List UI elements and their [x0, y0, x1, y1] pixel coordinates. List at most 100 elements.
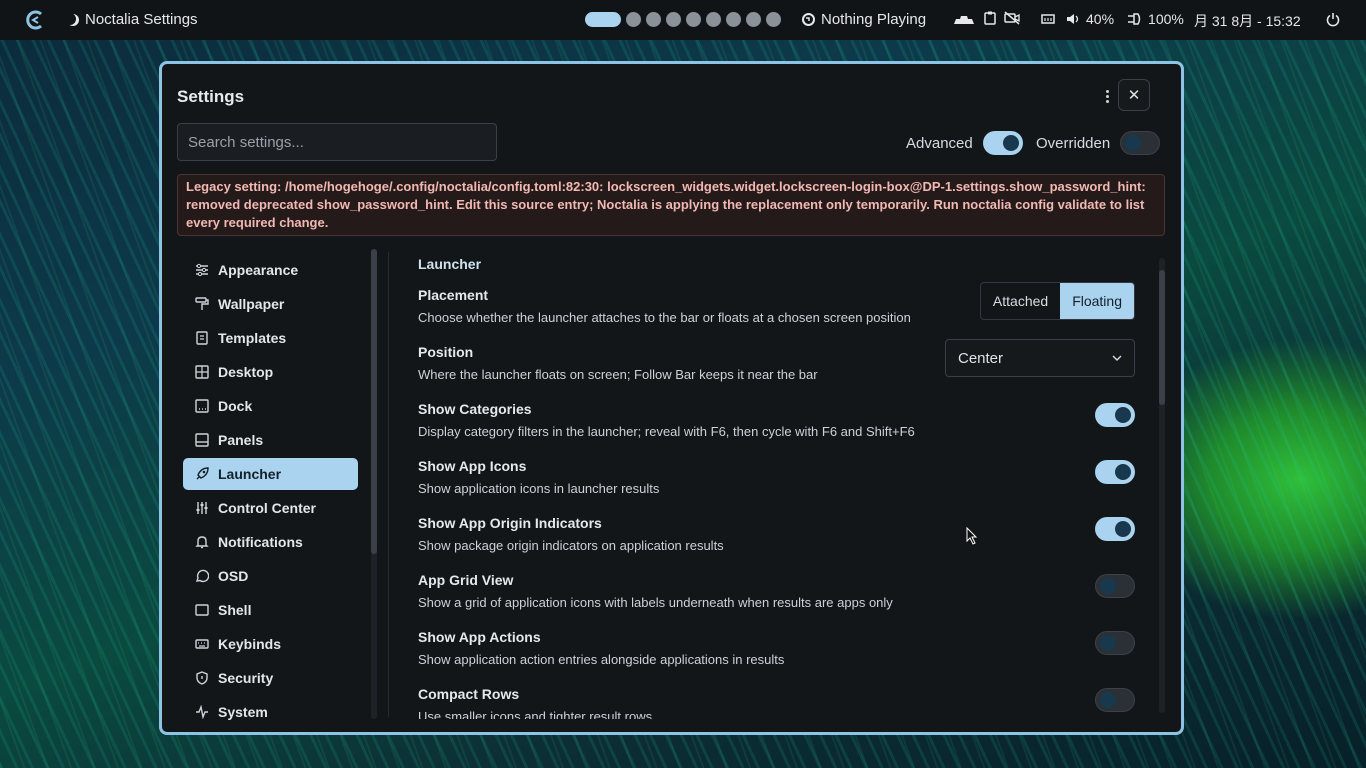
divider	[388, 252, 389, 717]
activity-icon	[196, 705, 208, 719]
settings-window: Settings ✕ Advanced Overridden Legacy se…	[159, 61, 1184, 735]
sidebar-item-osd[interactable]: OSD	[183, 560, 358, 592]
close-button[interactable]: ✕	[1118, 79, 1150, 111]
sidebar-item-label: Desktop	[218, 364, 274, 380]
launcher-settings-panel: Launcher Placement Choose whether the la…	[418, 254, 1138, 719]
dock-icon	[195, 399, 209, 413]
show-app-origin-indicators-setting: Show App Origin Indicators Show package o…	[418, 515, 1138, 553]
volume-label: 40%	[1086, 11, 1115, 27]
panels-icon	[195, 433, 209, 447]
clipboard-icon[interactable]	[984, 11, 996, 25]
workspace-indicator[interactable]	[585, 12, 621, 27]
workspace-indicator[interactable]	[626, 12, 641, 27]
show-app-origin-indicators-toggle[interactable]	[1095, 517, 1135, 541]
show-app-icons-label: Show App Icons	[418, 458, 527, 474]
placement-option-floating[interactable]: Floating	[1060, 283, 1134, 319]
more-options-button[interactable]	[1097, 86, 1117, 106]
sidebar-item-panels[interactable]: Panels	[183, 424, 358, 456]
position-value: Center	[958, 349, 1004, 367]
camera-off-icon[interactable]	[1004, 11, 1020, 25]
workspace-indicator[interactable]	[666, 12, 681, 27]
noctalia-logo-icon[interactable]	[24, 10, 46, 30]
sidebar-item-security[interactable]: Security	[183, 662, 358, 694]
terminal-window-icon	[195, 604, 209, 616]
position-setting: Position Where the launcher floats on sc…	[418, 339, 1138, 382]
show-app-icons-toggle[interactable]	[1095, 460, 1135, 484]
position-dropdown[interactable]: Center	[945, 339, 1135, 377]
status-area: 40% 100%	[1040, 11, 1184, 27]
desktop-grid-icon	[195, 365, 209, 379]
sidebar-item-label: Notifications	[218, 534, 303, 550]
media-widget[interactable]: Nothing Playing	[802, 11, 926, 28]
sidebar-item-desktop[interactable]: Desktop	[183, 356, 358, 388]
section-title: Launcher	[418, 256, 482, 272]
window-title: Settings	[177, 87, 245, 106]
settings-sidebar: Appearance Wallpaper Templates Desktop Dock P…	[183, 254, 358, 730]
sidebar-item-label: OSD	[218, 568, 249, 584]
sidebar-item-label: Control Center	[218, 500, 316, 516]
overridden-toggle[interactable]	[1120, 131, 1161, 155]
show-categories-toggle[interactable]	[1095, 403, 1135, 427]
sidebar-item-label: Panels	[218, 432, 264, 448]
volume-icon[interactable]	[1066, 12, 1080, 26]
app-grid-view-toggle[interactable]	[1095, 574, 1135, 598]
compact-rows-label: Compact Rows	[418, 686, 520, 702]
sliders-icon	[196, 263, 208, 277]
sidebar-item-label: Appearance	[218, 262, 299, 278]
app-grid-view-setting: App Grid View Show a grid of application …	[418, 572, 1138, 610]
active-window-title: Noctalia Settings	[67, 11, 198, 28]
content-scrollbar[interactable]	[1159, 258, 1165, 713]
advanced-toggle-row: Advanced	[906, 131, 1023, 155]
placement-option-attached[interactable]: Attached	[981, 283, 1060, 319]
sidebar-scrollbar[interactable]	[371, 249, 377, 719]
show-categories-setting: Show Categories Display category filters …	[418, 401, 1138, 439]
sidebar-item-templates[interactable]: Templates	[183, 322, 358, 354]
mouse-cursor-icon	[966, 527, 978, 545]
workspace-indicator[interactable]	[766, 12, 781, 27]
keyboard-icon	[195, 639, 209, 649]
sidebar-item-notifications[interactable]: Notifications	[183, 526, 358, 558]
weather-icon[interactable]	[952, 10, 976, 26]
sidebar-item-label: Launcher	[218, 466, 282, 482]
workspace-indicator[interactable]	[746, 12, 761, 27]
compact-rows-desc: Use smaller icons and tighter result row…	[418, 709, 653, 719]
app-grid-view-label: App Grid View	[418, 572, 514, 588]
sidebar-item-label: Wallpaper	[218, 296, 285, 312]
show-app-actions-label: Show App Actions	[418, 629, 541, 645]
power-icon[interactable]	[1326, 12, 1340, 27]
search-input[interactable]	[177, 123, 497, 161]
overridden-label: Overridden	[1036, 134, 1111, 152]
chevron-down-icon	[1112, 355, 1122, 361]
battery-plug-icon[interactable]	[1126, 12, 1142, 26]
bell-icon	[195, 536, 209, 549]
sidebar-item-wallpaper[interactable]: Wallpaper	[183, 288, 358, 320]
workspace-indicator[interactable]	[686, 12, 701, 27]
show-app-actions-desc: Show application action entries alongsid…	[418, 652, 785, 667]
media-label: Nothing Playing	[821, 11, 927, 28]
sidebar-item-label: System	[218, 704, 268, 720]
sidebar-item-launcher[interactable]: Launcher	[183, 458, 358, 490]
network-ethernet-icon[interactable]	[1040, 12, 1056, 26]
sidebar-item-control-center[interactable]: Control Center	[183, 492, 358, 524]
sidebar-item-keybinds[interactable]: Keybinds	[183, 628, 358, 660]
workspace-indicator[interactable]	[706, 12, 721, 27]
close-icon: ✕	[1127, 87, 1141, 104]
compact-rows-toggle[interactable]	[1095, 688, 1135, 712]
show-app-actions-toggle[interactable]	[1095, 631, 1135, 655]
show-app-origin-indicators-label: Show App Origin Indicators	[418, 515, 602, 531]
sidebar-item-appearance[interactable]: Appearance	[183, 254, 358, 286]
battery-label: 100%	[1148, 11, 1184, 27]
sidebar-item-dock[interactable]: Dock	[183, 390, 358, 422]
workspace-indicator[interactable]	[726, 12, 741, 27]
message-circle-icon	[195, 569, 209, 583]
placement-setting: Placement Choose whether the launcher at…	[418, 282, 1138, 325]
paint-roller-icon	[195, 297, 209, 310]
sidebar-item-system[interactable]: System	[183, 696, 358, 728]
app-grid-view-desc: Show a grid of application icons with la…	[418, 595, 893, 610]
workspace-indicator[interactable]	[646, 12, 661, 27]
show-app-icons-desc: Show application icons in launcher resul…	[418, 481, 660, 496]
sidebar-item-shell[interactable]: Shell	[183, 594, 358, 626]
system-tray	[952, 10, 1020, 26]
advanced-toggle[interactable]	[982, 131, 1023, 155]
clock[interactable]: 月 31 8月 - 15:32	[1194, 11, 1301, 31]
